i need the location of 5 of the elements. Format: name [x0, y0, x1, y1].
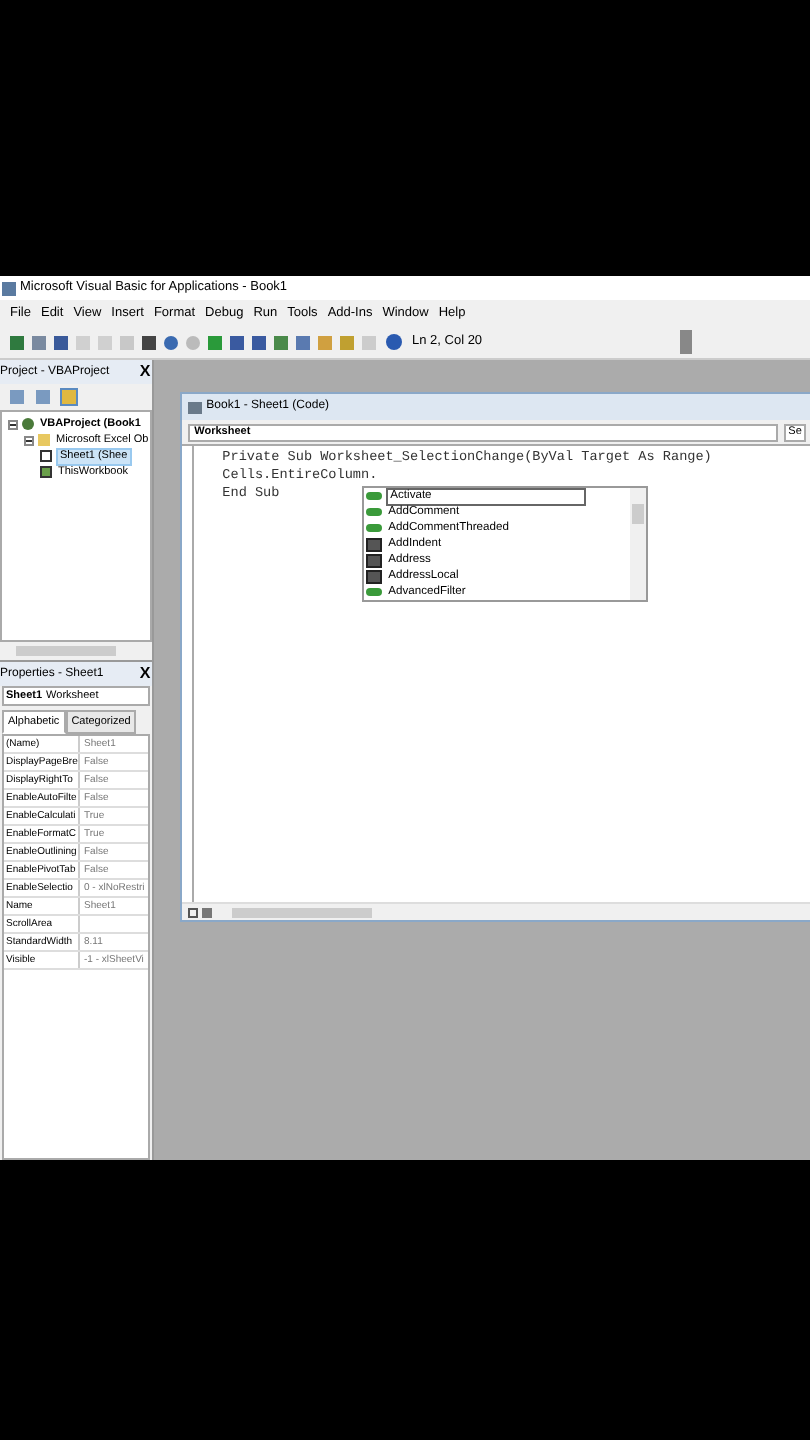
- close-button[interactable]: X: [137, 364, 153, 380]
- close-button[interactable]: X: [137, 666, 153, 682]
- vertical-scrollbar[interactable]: [630, 488, 647, 600]
- collapse-toggle-icon[interactable]: [24, 435, 34, 445]
- collapse-toggle-icon[interactable]: [8, 419, 18, 429]
